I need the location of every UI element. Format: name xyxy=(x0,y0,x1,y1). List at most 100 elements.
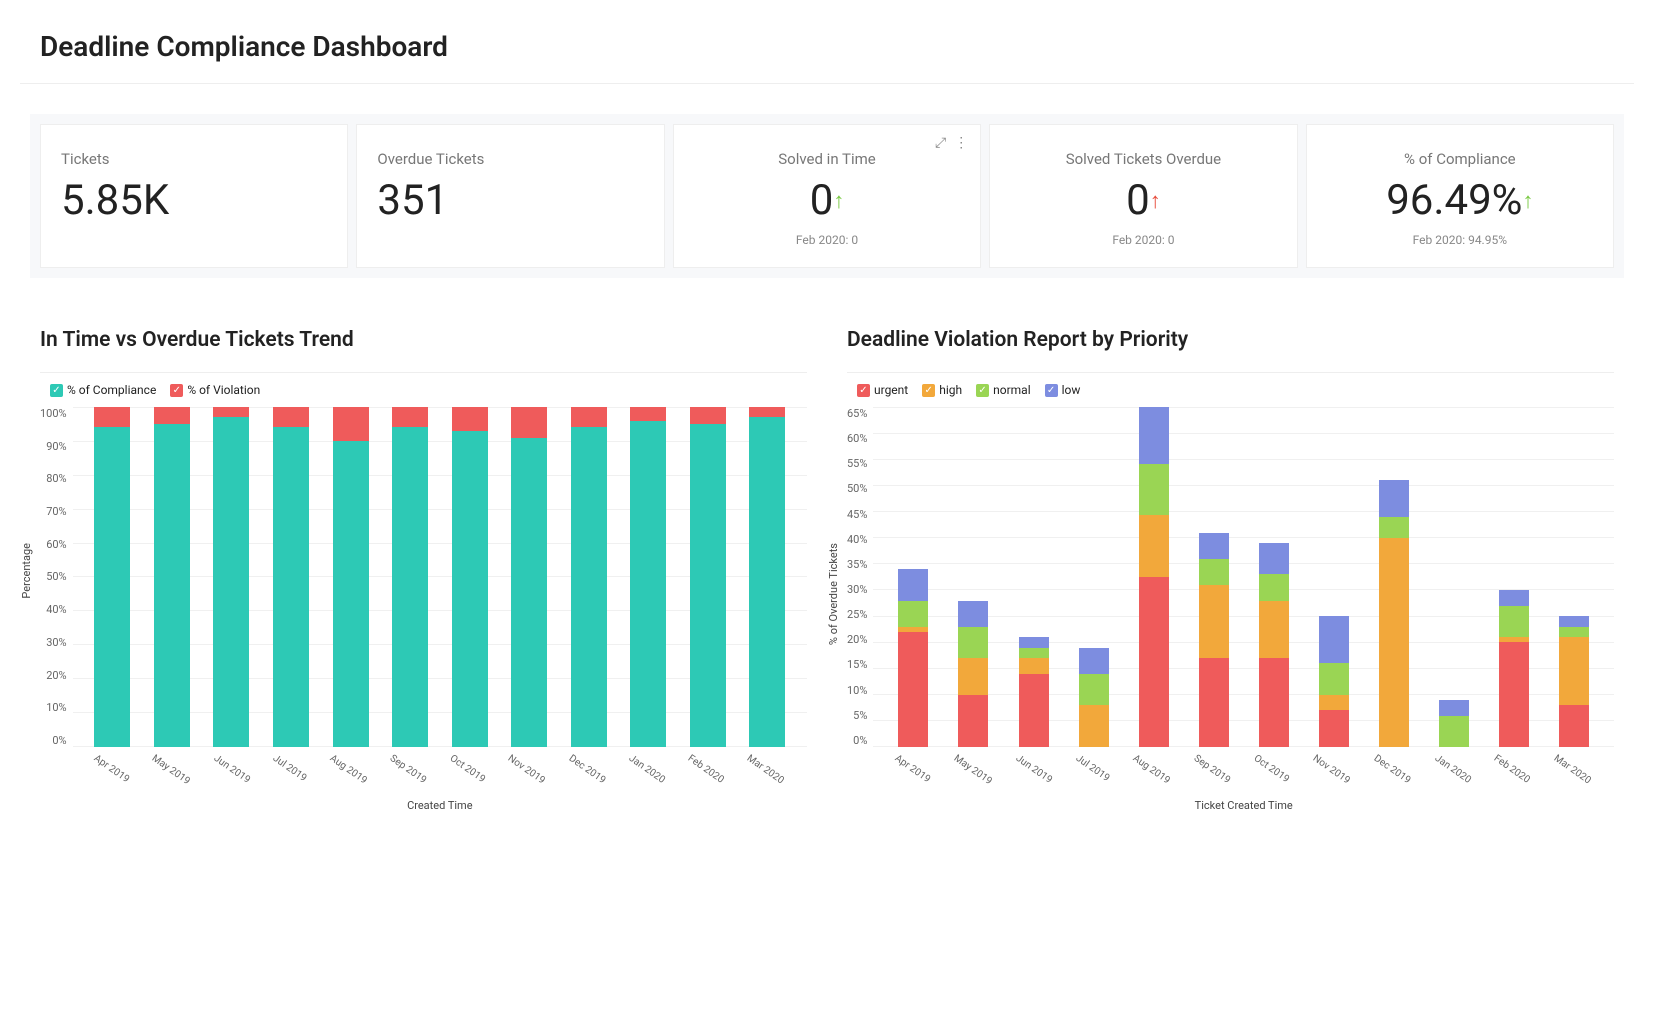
bar-segment xyxy=(154,424,190,747)
x-tick: Jul 2019 xyxy=(271,753,309,784)
bar-segment xyxy=(1199,533,1229,559)
bar[interactable] xyxy=(1139,407,1169,747)
card-value: 0↑ xyxy=(694,176,960,225)
expand-icon[interactable]: ⤢ xyxy=(935,135,946,151)
bar-segment xyxy=(749,417,785,747)
bar[interactable] xyxy=(1019,407,1049,747)
bar-segment xyxy=(333,407,369,441)
bar-segment xyxy=(898,569,928,600)
bar[interactable] xyxy=(273,407,309,747)
bar-segment xyxy=(749,407,785,417)
bar-segment xyxy=(958,627,988,658)
bar-segment xyxy=(273,427,309,747)
bar[interactable] xyxy=(154,407,190,747)
bar-segment xyxy=(1559,637,1589,705)
bar-segment xyxy=(1499,590,1529,606)
bar-segment xyxy=(1259,543,1289,574)
y-tick: 25% xyxy=(847,608,867,621)
x-tick: Dec 2019 xyxy=(1372,753,1413,786)
card-value: 5.85K xyxy=(61,176,327,225)
legend-item[interactable]: high xyxy=(922,383,962,397)
bar-segment xyxy=(1259,574,1289,600)
card-subtext: Feb 2020: 0 xyxy=(694,233,960,247)
x-tick: Oct 2019 xyxy=(448,753,487,785)
bar-segment xyxy=(690,424,726,747)
bar-segment xyxy=(898,601,928,627)
bar[interactable] xyxy=(630,407,666,747)
legend-item[interactable]: % of Violation xyxy=(170,383,260,397)
card-value: 0↑ xyxy=(1010,176,1276,225)
legend-item[interactable]: % of Compliance xyxy=(50,383,156,397)
legend-swatch xyxy=(1045,384,1058,397)
y-tick: 10% xyxy=(847,684,867,697)
x-tick: Jun 2019 xyxy=(211,753,251,786)
bar[interactable] xyxy=(213,407,249,747)
arrow-up-icon: ↑ xyxy=(1150,189,1161,214)
x-tick: Aug 2019 xyxy=(1130,753,1171,786)
kpi-cards-row: Tickets 5.85K Overdue Tickets 351 ⤢ ⋮ So… xyxy=(30,114,1624,278)
card-label: % of Compliance xyxy=(1327,150,1593,168)
bar[interactable] xyxy=(1199,407,1229,747)
y-tick: 60% xyxy=(847,432,867,445)
bar-segment xyxy=(273,407,309,427)
legend-item[interactable]: low xyxy=(1045,383,1081,397)
bar-segment xyxy=(1379,517,1409,538)
bar[interactable] xyxy=(1319,407,1349,747)
x-tick: Feb 2020 xyxy=(686,753,726,786)
y-tick: 30% xyxy=(46,636,66,649)
legend-swatch xyxy=(976,384,989,397)
divider xyxy=(40,372,807,373)
bar-segment xyxy=(392,407,428,427)
x-tick: Nov 2019 xyxy=(1311,753,1352,786)
more-icon[interactable]: ⋮ xyxy=(954,135,968,151)
legend-label: high xyxy=(939,383,962,397)
bar[interactable] xyxy=(1079,407,1109,747)
bar[interactable] xyxy=(94,407,130,747)
card-solved-in-time: ⤢ ⋮ Solved in Time 0↑ Feb 2020: 0 xyxy=(673,124,981,268)
legend-swatch xyxy=(857,384,870,397)
bar[interactable] xyxy=(958,407,988,747)
bar-segment xyxy=(1019,658,1049,674)
bar[interactable] xyxy=(1379,407,1409,747)
chart-legend: % of Compliance % of Violation xyxy=(40,383,807,397)
y-tick: 50% xyxy=(847,482,867,495)
bar-segment xyxy=(213,407,249,417)
bar-segment xyxy=(958,695,988,747)
x-tick: Mar 2020 xyxy=(1552,753,1593,786)
bar-segment xyxy=(1319,616,1349,663)
card-subtext: Feb 2020: 94.95% xyxy=(1327,233,1593,247)
y-tick: 40% xyxy=(46,603,66,616)
bar-segment xyxy=(1139,407,1169,464)
bar-segment xyxy=(154,407,190,424)
x-tick: Dec 2019 xyxy=(566,753,607,786)
bar[interactable] xyxy=(1259,407,1289,747)
divider xyxy=(847,372,1614,373)
bar-segment xyxy=(1139,464,1169,516)
divider xyxy=(20,83,1634,84)
bar[interactable] xyxy=(690,407,726,747)
bar-segment xyxy=(1139,577,1169,747)
bar[interactable] xyxy=(452,407,488,747)
bar[interactable] xyxy=(333,407,369,747)
bar[interactable] xyxy=(1559,407,1589,747)
y-tick: 100% xyxy=(40,407,67,420)
card-label: Tickets xyxy=(61,150,327,168)
bar[interactable] xyxy=(1439,407,1469,747)
bar[interactable] xyxy=(1499,407,1529,747)
chart-plot[interactable] xyxy=(873,407,1614,747)
bar-segment xyxy=(1319,663,1349,694)
bar[interactable] xyxy=(571,407,607,747)
bar[interactable] xyxy=(511,407,547,747)
chart-plot[interactable] xyxy=(73,407,807,747)
arrow-up-icon: ↑ xyxy=(1522,189,1533,214)
bar[interactable] xyxy=(898,407,928,747)
card-solved-overdue: Solved Tickets Overdue 0↑ Feb 2020: 0 xyxy=(989,124,1297,268)
card-overdue-tickets: Overdue Tickets 351 xyxy=(356,124,664,268)
bar[interactable] xyxy=(749,407,785,747)
bar-segment xyxy=(630,421,666,747)
legend-item[interactable]: urgent xyxy=(857,383,908,397)
bar[interactable] xyxy=(392,407,428,747)
y-axis: 65%60%55%50%45%40%35%30%25%20%15%10%5%0% xyxy=(847,407,873,747)
legend-item[interactable]: normal xyxy=(976,383,1031,397)
x-tick: May 2019 xyxy=(951,753,993,787)
